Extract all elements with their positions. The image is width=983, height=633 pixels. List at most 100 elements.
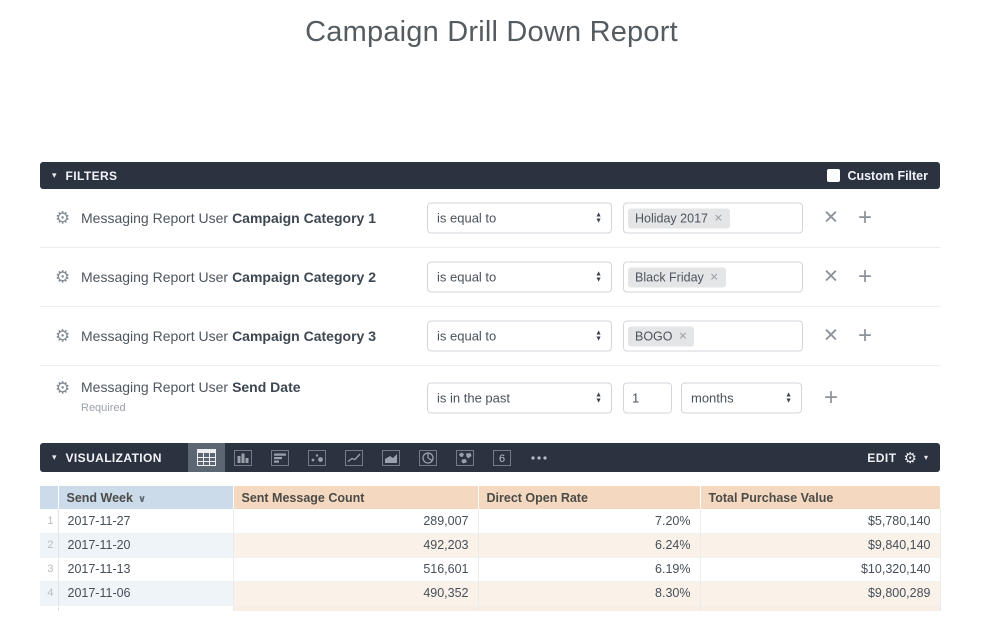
map-icon[interactable] [447,443,484,472]
cell-total-purchase-value[interactable]: $5,780,140 [700,509,940,533]
cell-total-purchase-value [700,605,940,611]
cell-send-week[interactable]: 2017-11-27 [58,509,233,533]
sort-chevron-icon: ∨ [138,494,146,505]
table-header-row: Send Week∨ Sent Message Count Direct Ope… [40,486,940,509]
column-header-sent-message-count[interactable]: Sent Message Count [233,486,478,509]
select-updown-icon: ▲▼ [595,330,602,342]
filter-operator-select[interactable]: is equal to ▲▼ [427,321,612,352]
bar-chart-icon[interactable] [262,443,299,472]
filter-value-input[interactable]: BOGO ✕ [623,321,803,352]
filter-field-name: Campaign Category 2 [232,269,376,285]
add-filter-button[interactable]: + [818,384,844,412]
chip-label: BOGO [635,329,673,343]
add-filter-button[interactable]: + [852,322,878,350]
page-title: Campaign Drill Down Report [0,16,983,49]
cell-send-week[interactable]: 2017-11-13 [58,557,233,581]
cell-total-purchase-value[interactable]: $9,800,289 [700,581,940,605]
filter-operator-select[interactable]: is in the past ▲▼ [427,383,612,414]
column-header-label: Sent Message Count [242,491,365,505]
filter-operator-select[interactable]: is equal to ▲▼ [427,203,612,234]
remove-filter-button[interactable]: ✕ [818,266,844,289]
pie-chart-icon[interactable] [410,443,447,472]
custom-filter-checkbox[interactable] [827,169,840,182]
chip-label: Black Friday [635,270,704,284]
viz-type-picker: 6 [188,443,558,472]
cell-total-purchase-value[interactable]: $9,840,140 [700,533,940,557]
chip-remove-icon[interactable]: ✕ [679,330,688,342]
column-header-direct-open-rate[interactable]: Direct Open Rate [478,486,700,509]
chip-remove-icon[interactable]: ✕ [710,271,719,283]
filter-field-name: Send Date [232,379,300,395]
required-note: Required [81,402,126,414]
filters-collapse-caret-icon[interactable]: ▾ [52,170,57,181]
svg-text:6: 6 [499,453,505,465]
filter-gear-icon[interactable]: ⚙ [55,269,70,286]
filter-gear-icon[interactable]: ⚙ [55,328,70,345]
visualization-collapse-caret-icon[interactable]: ▾ [52,452,57,463]
select-updown-icon: ▲▼ [595,392,602,404]
visualization-header-label: VISUALIZATION [66,451,162,465]
custom-filter-label[interactable]: Custom Filter [847,169,928,183]
cell-sent-message-count[interactable]: 492,203 [233,533,478,557]
filters-header-label: FILTERS [66,169,118,183]
chip-remove-icon[interactable]: ✕ [714,212,723,224]
add-filter-button[interactable]: + [852,263,878,291]
row-number [40,605,58,611]
table-icon[interactable] [188,443,225,472]
row-number-header [40,486,58,509]
remove-filter-button[interactable]: ✕ [818,207,844,230]
filter-field-name: Campaign Category 1 [232,210,376,226]
cell-direct-open-rate[interactable]: 6.19% [478,557,700,581]
unit-value: months [691,391,734,406]
select-updown-icon: ▲▼ [595,212,602,224]
visualization-panel: ▾ VISUALIZATION [40,443,940,472]
cell-send-week[interactable]: 2017-11-06 [58,581,233,605]
single-value-icon[interactable]: 6 [484,443,521,472]
remove-filter-button[interactable]: ✕ [818,325,844,348]
results-table: Send Week∨ Sent Message Count Direct Ope… [40,486,941,611]
add-filter-button[interactable]: + [852,204,878,232]
filter-value-input[interactable]: Holiday 2017✕ [623,203,803,234]
line-chart-icon[interactable] [336,443,373,472]
filter-field-label: Messaging Report UserSend Date [81,379,301,395]
filter-prefix: Messaging Report User [81,379,228,395]
filter-rows: ⚙ Messaging Report UserCampaign Category… [40,189,940,430]
filter-gear-icon[interactable]: ⚙ [55,380,70,397]
cell-total-purchase-value[interactable]: $10,320,140 [700,557,940,581]
filter-prefix: Messaging Report User [81,269,228,285]
viz-settings-gear-icon[interactable]: ⚙ [904,449,917,467]
row-number: 3 [40,557,58,581]
filters-panel: ▾ FILTERS Custom Filter ⚙ Messaging Repo… [40,162,940,430]
operator-value: is equal to [437,270,496,285]
cell-direct-open-rate[interactable]: 8.30% [478,581,700,605]
scatter-plot-icon[interactable] [299,443,336,472]
table-row: 4 2017-11-06 490,352 8.30% $9,800,289 [40,581,940,605]
cell-sent-message-count[interactable]: 490,352 [233,581,478,605]
column-header-total-purchase-value[interactable]: Total Purchase Value [700,486,940,509]
row-number: 1 [40,509,58,533]
filter-field-label: Messaging Report UserCampaign Category 3 [81,328,376,344]
edit-button[interactable]: EDIT [867,451,896,465]
visualization-header-bar[interactable]: ▾ VISUALIZATION [40,443,940,472]
more-options-icon[interactable] [521,443,558,472]
operator-value: is in the past [437,391,510,406]
filter-operator-select[interactable]: is equal to ▲▼ [427,262,612,293]
cell-send-week [58,605,233,611]
cell-direct-open-rate[interactable]: 6.24% [478,533,700,557]
viz-settings-caret-icon[interactable]: ▾ [924,453,928,462]
cell-sent-message-count[interactable]: 516,601 [233,557,478,581]
area-chart-icon[interactable] [373,443,410,472]
amount-input[interactable] [623,383,672,414]
cell-sent-message-count[interactable]: 289,007 [233,509,478,533]
unit-select[interactable]: months ▲▼ [681,383,802,414]
table-row: 1 2017-11-27 289,007 7.20% $5,780,140 [40,509,940,533]
cell-direct-open-rate[interactable]: 7.20% [478,509,700,533]
filter-value-input[interactable]: Black Friday ✕ [623,262,803,293]
cell-send-week[interactable]: 2017-11-20 [58,533,233,557]
filters-header-bar[interactable]: ▾ FILTERS Custom Filter [40,162,940,189]
filter-prefix: Messaging Report User [81,210,228,226]
column-header-send-week[interactable]: Send Week∨ [58,486,233,509]
operator-value: is equal to [437,329,496,344]
column-chart-icon[interactable] [225,443,262,472]
filter-gear-icon[interactable]: ⚙ [55,210,70,227]
